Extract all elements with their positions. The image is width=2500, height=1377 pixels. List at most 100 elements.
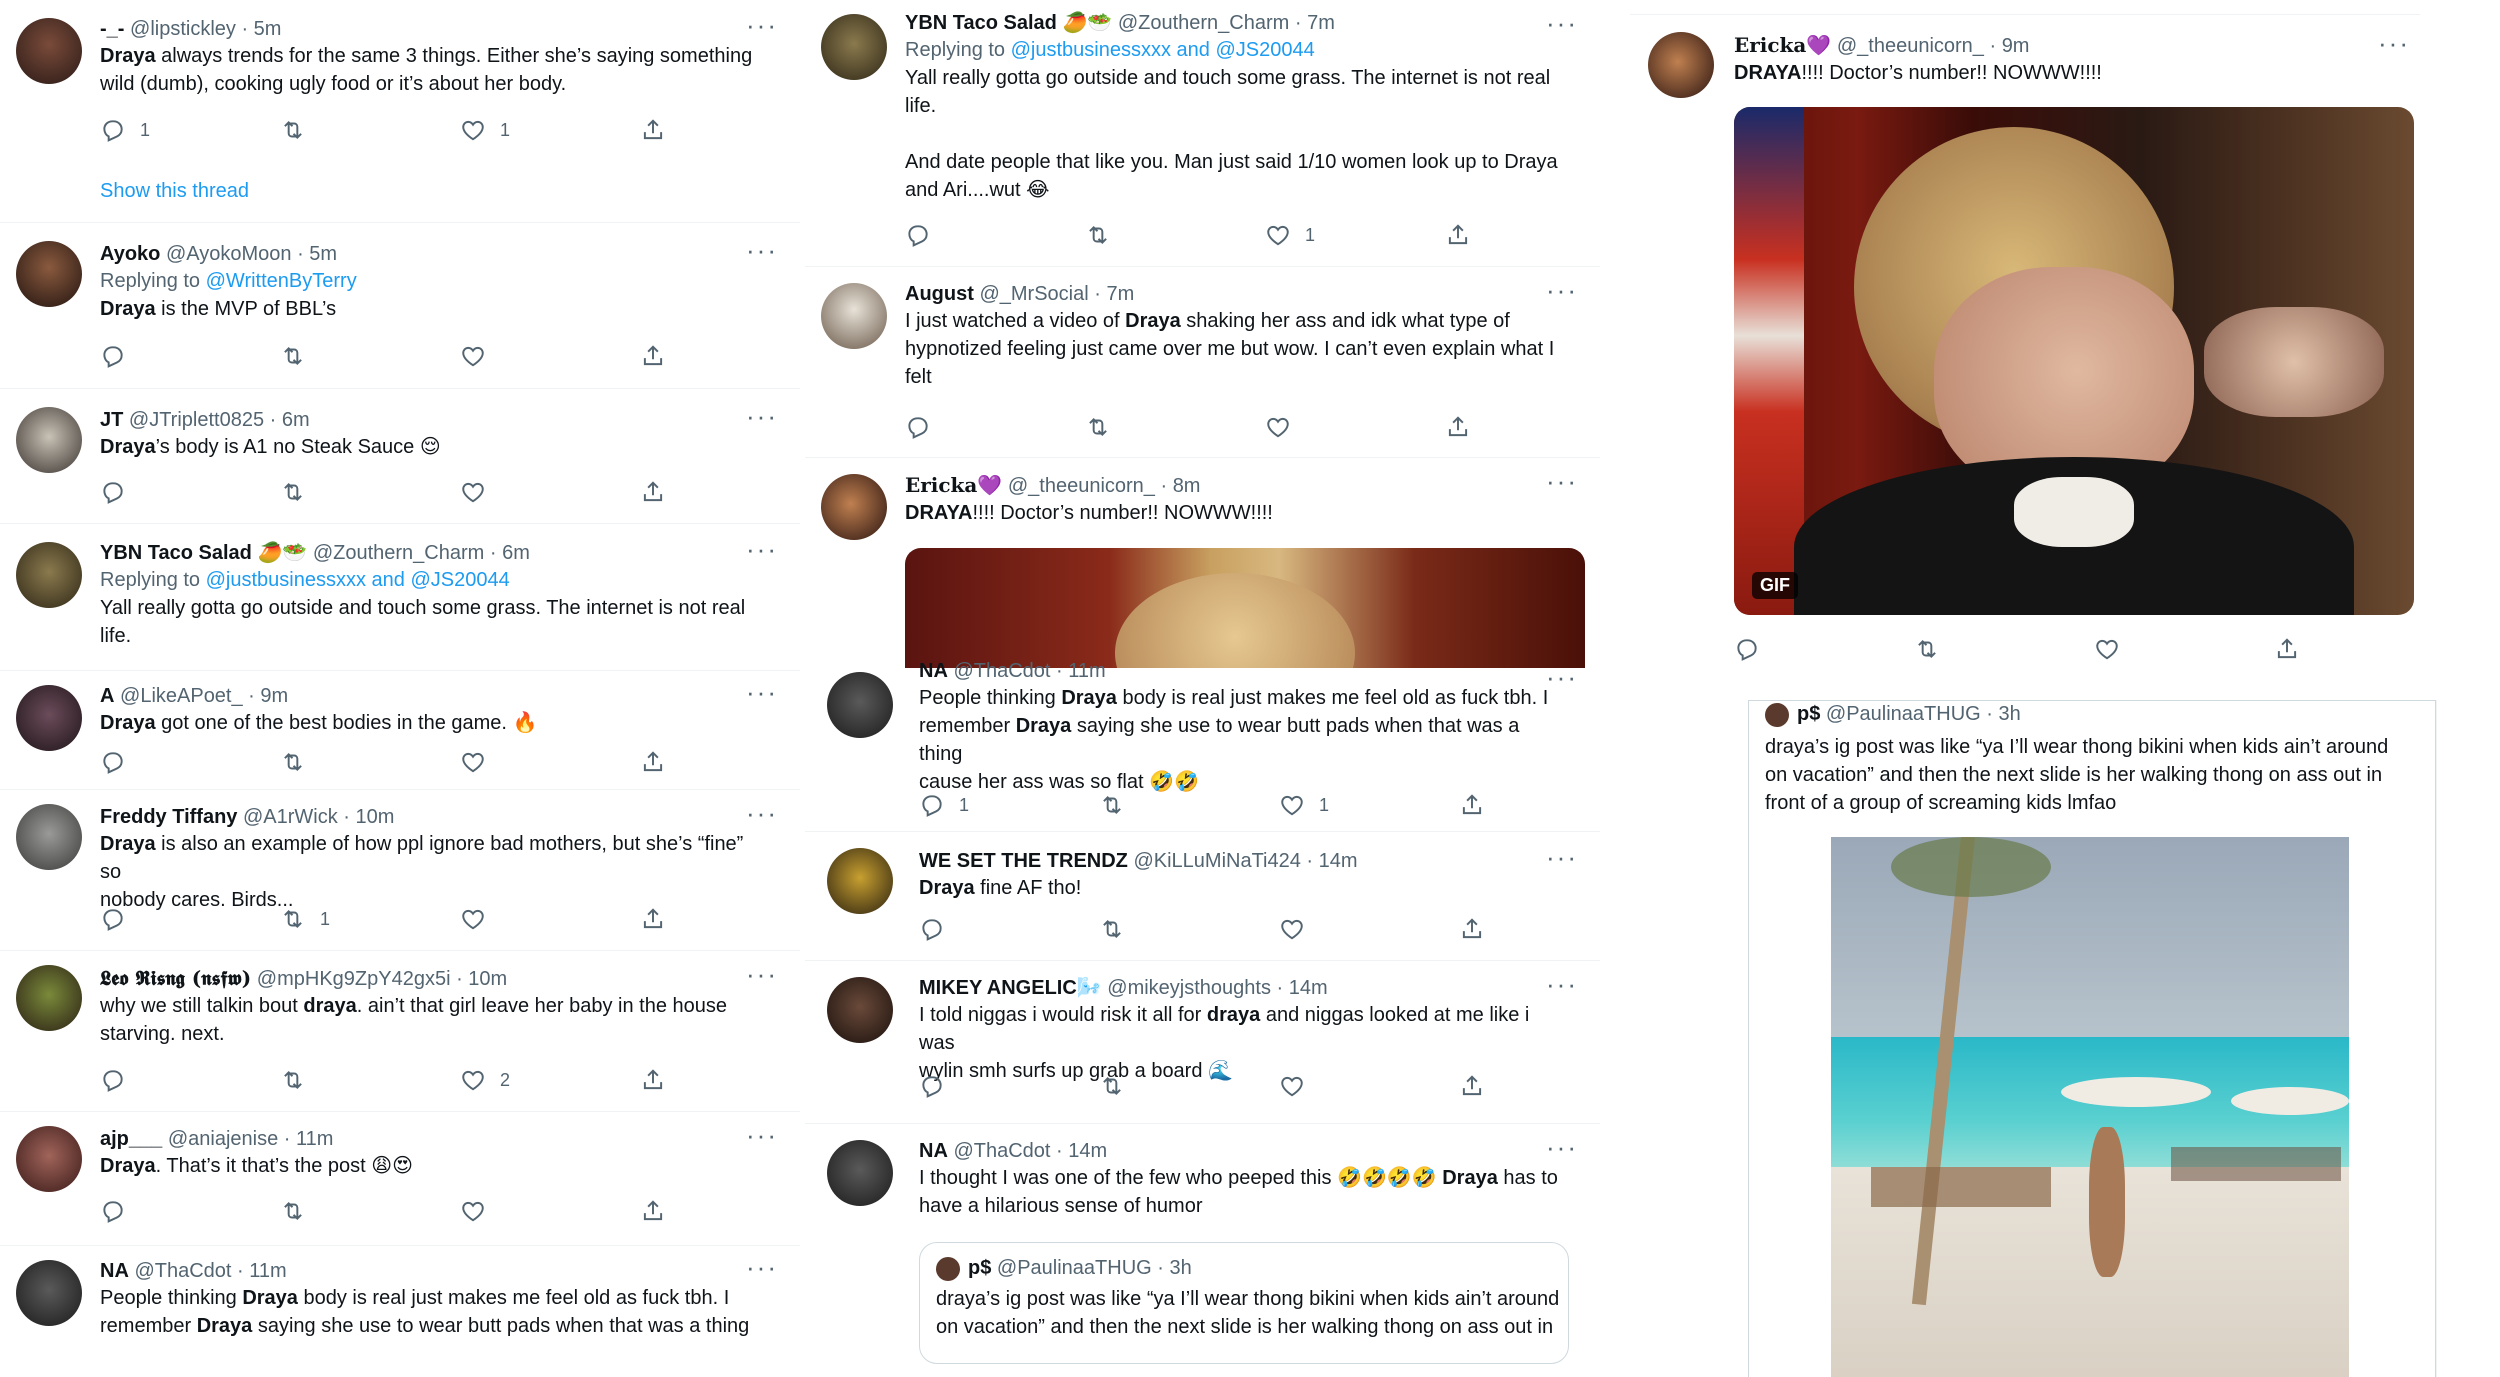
avatar[interactable]: [821, 283, 887, 349]
tweet[interactable]: 𝕷𝖊𝖔 𝕽𝖎𝖘𝖓𝖌 (𝖓𝖘𝖋𝖜) @mpHKg9ZpY42gx5i · 10m …: [0, 951, 800, 1112]
like-button[interactable]: 1: [1279, 790, 1329, 820]
more-icon[interactable]: ···: [1546, 844, 1578, 870]
retweet-button[interactable]: 1: [280, 904, 330, 934]
tweet[interactable]: WE SET THE TRENDZ @KiLLuMiNaTi424 · 14m …: [805, 832, 1600, 961]
retweet-button[interactable]: [1914, 634, 1940, 664]
reply-button[interactable]: 1: [919, 790, 969, 820]
quoted-tweet[interactable]: p$ @PaulinaaTHUG · 3h draya’s ig post wa…: [1748, 700, 2436, 1377]
tweet[interactable]: NA @ThaCdot · 14m I thought I was one of…: [805, 1124, 1600, 1364]
tweet[interactable]: Ericka💜 @_theeunicorn_ · 8m DRAYA!!!! Do…: [805, 458, 1600, 668]
reply-button[interactable]: [905, 412, 931, 442]
display-name[interactable]: YBN Taco Salad 🥭🥗: [905, 12, 1112, 34]
display-name[interactable]: YBN Taco Salad 🥭🥗: [100, 542, 307, 564]
display-name[interactable]: Ericka💜: [905, 473, 1002, 497]
retweet-button[interactable]: [280, 115, 306, 145]
share-button[interactable]: [1445, 412, 1471, 442]
display-name[interactable]: A: [100, 685, 114, 707]
avatar[interactable]: [16, 1126, 82, 1192]
reply-button[interactable]: [100, 341, 126, 371]
gif-media[interactable]: [905, 548, 1585, 668]
more-icon[interactable]: ···: [1546, 10, 1578, 36]
avatar[interactable]: [16, 1260, 82, 1326]
tweet[interactable]: Ayoko @AyokoMoon · 5m Replying to @Writt…: [0, 223, 800, 389]
avatar[interactable]: [16, 542, 82, 608]
avatar[interactable]: [16, 965, 82, 1031]
share-button[interactable]: [640, 341, 666, 371]
display-name[interactable]: MIKEY ANGELIC🌬️: [919, 977, 1102, 999]
retweet-button[interactable]: [1085, 412, 1111, 442]
tweet[interactable]: Ericka💜 @_theeunicorn_ · 9m DRAYA!!!! Do…: [1620, 14, 2440, 684]
display-name[interactable]: 𝕷𝖊𝖔 𝕽𝖎𝖘𝖓𝖌 (𝖓𝖘𝖋𝖜): [100, 966, 251, 990]
avatar[interactable]: [16, 685, 82, 751]
tweet[interactable]: A @LikeAPoet_ · 9m Draya got one of the …: [0, 671, 800, 790]
more-icon[interactable]: ···: [746, 1254, 778, 1280]
reply-button[interactable]: [919, 914, 945, 944]
share-button[interactable]: [640, 747, 666, 777]
more-icon[interactable]: ···: [746, 403, 778, 429]
photo-media[interactable]: [1831, 837, 2349, 1377]
display-name[interactable]: NA: [919, 660, 948, 682]
more-icon[interactable]: ···: [746, 961, 778, 987]
like-button[interactable]: [2094, 634, 2120, 664]
like-button[interactable]: [460, 1196, 486, 1226]
more-icon[interactable]: ···: [1546, 971, 1578, 997]
share-button[interactable]: [640, 904, 666, 934]
more-icon[interactable]: ···: [1546, 664, 1578, 690]
display-name[interactable]: Ericka💜: [1734, 33, 1831, 57]
avatar[interactable]: [827, 672, 893, 738]
reply-button[interactable]: [100, 904, 126, 934]
avatar[interactable]: [827, 977, 893, 1043]
reply-button[interactable]: [100, 1065, 126, 1095]
more-icon[interactable]: ···: [746, 12, 778, 38]
tweet[interactable]: Freddy Tiffany @A1rWick · 10m Draya is a…: [0, 790, 800, 951]
reply-button[interactable]: [100, 1196, 126, 1226]
more-icon[interactable]: ···: [746, 1122, 778, 1148]
display-name[interactable]: Freddy Tiffany: [100, 806, 237, 828]
retweet-button[interactable]: [1085, 220, 1111, 250]
mention-link[interactable]: @justbusinessxxx and @JS20044: [206, 569, 510, 591]
more-icon[interactable]: ···: [1546, 468, 1578, 494]
more-icon[interactable]: ···: [2378, 30, 2410, 56]
share-button[interactable]: [1459, 790, 1485, 820]
avatar[interactable]: [16, 18, 82, 84]
tweet[interactable]: NA @ThaCdot · 11m People thinking Draya …: [0, 1246, 800, 1366]
avatar[interactable]: [1648, 32, 1714, 98]
show-thread-link[interactable]: Show this thread: [100, 180, 249, 203]
like-button[interactable]: [1279, 914, 1305, 944]
display-name[interactable]: WE SET THE TRENDZ: [919, 850, 1128, 872]
like-button[interactable]: [1265, 412, 1291, 442]
more-icon[interactable]: ···: [746, 237, 778, 263]
reply-button[interactable]: [100, 477, 126, 507]
display-name[interactable]: Ayoko: [100, 243, 160, 265]
avatar[interactable]: [16, 241, 82, 307]
like-button[interactable]: [460, 904, 486, 934]
share-button[interactable]: [2274, 634, 2300, 664]
share-button[interactable]: [1459, 1071, 1485, 1101]
avatar[interactable]: [16, 804, 82, 870]
retweet-button[interactable]: [1099, 914, 1125, 944]
share-button[interactable]: [640, 477, 666, 507]
tweet[interactable]: JT @JTriplett0825 · 6m Draya’s body is A…: [0, 389, 800, 524]
more-icon[interactable]: ···: [746, 800, 778, 826]
display-name[interactable]: NA: [100, 1260, 129, 1282]
like-button[interactable]: 2: [460, 1065, 510, 1095]
like-button[interactable]: [460, 341, 486, 371]
like-button[interactable]: [460, 477, 486, 507]
share-button[interactable]: [640, 1065, 666, 1095]
tweet[interactable]: YBN Taco Salad 🥭🥗 @Zouthern_Charm · 7m R…: [805, 0, 1600, 267]
tweet[interactable]: -_- @lipstickley · 5m Draya always trend…: [0, 0, 800, 223]
tweet[interactable]: MIKEY ANGELIC🌬️ @mikeyjsthoughts · 14m I…: [805, 961, 1600, 1124]
tweet[interactable]: YBN Taco Salad 🥭🥗 @Zouthern_Charm · 6m R…: [0, 524, 800, 671]
more-icon[interactable]: ···: [746, 679, 778, 705]
retweet-button[interactable]: [1099, 1071, 1125, 1101]
reply-button[interactable]: 1: [100, 115, 150, 145]
like-button[interactable]: 1: [1265, 220, 1315, 250]
retweet-button[interactable]: [280, 747, 306, 777]
gif-media[interactable]: GIF: [1734, 107, 2414, 615]
share-button[interactable]: [640, 115, 666, 145]
retweet-button[interactable]: [1099, 790, 1125, 820]
more-icon[interactable]: ···: [1546, 277, 1578, 303]
reply-button[interactable]: [100, 747, 126, 777]
display-name[interactable]: -_-: [100, 18, 124, 40]
avatar[interactable]: [821, 14, 887, 80]
